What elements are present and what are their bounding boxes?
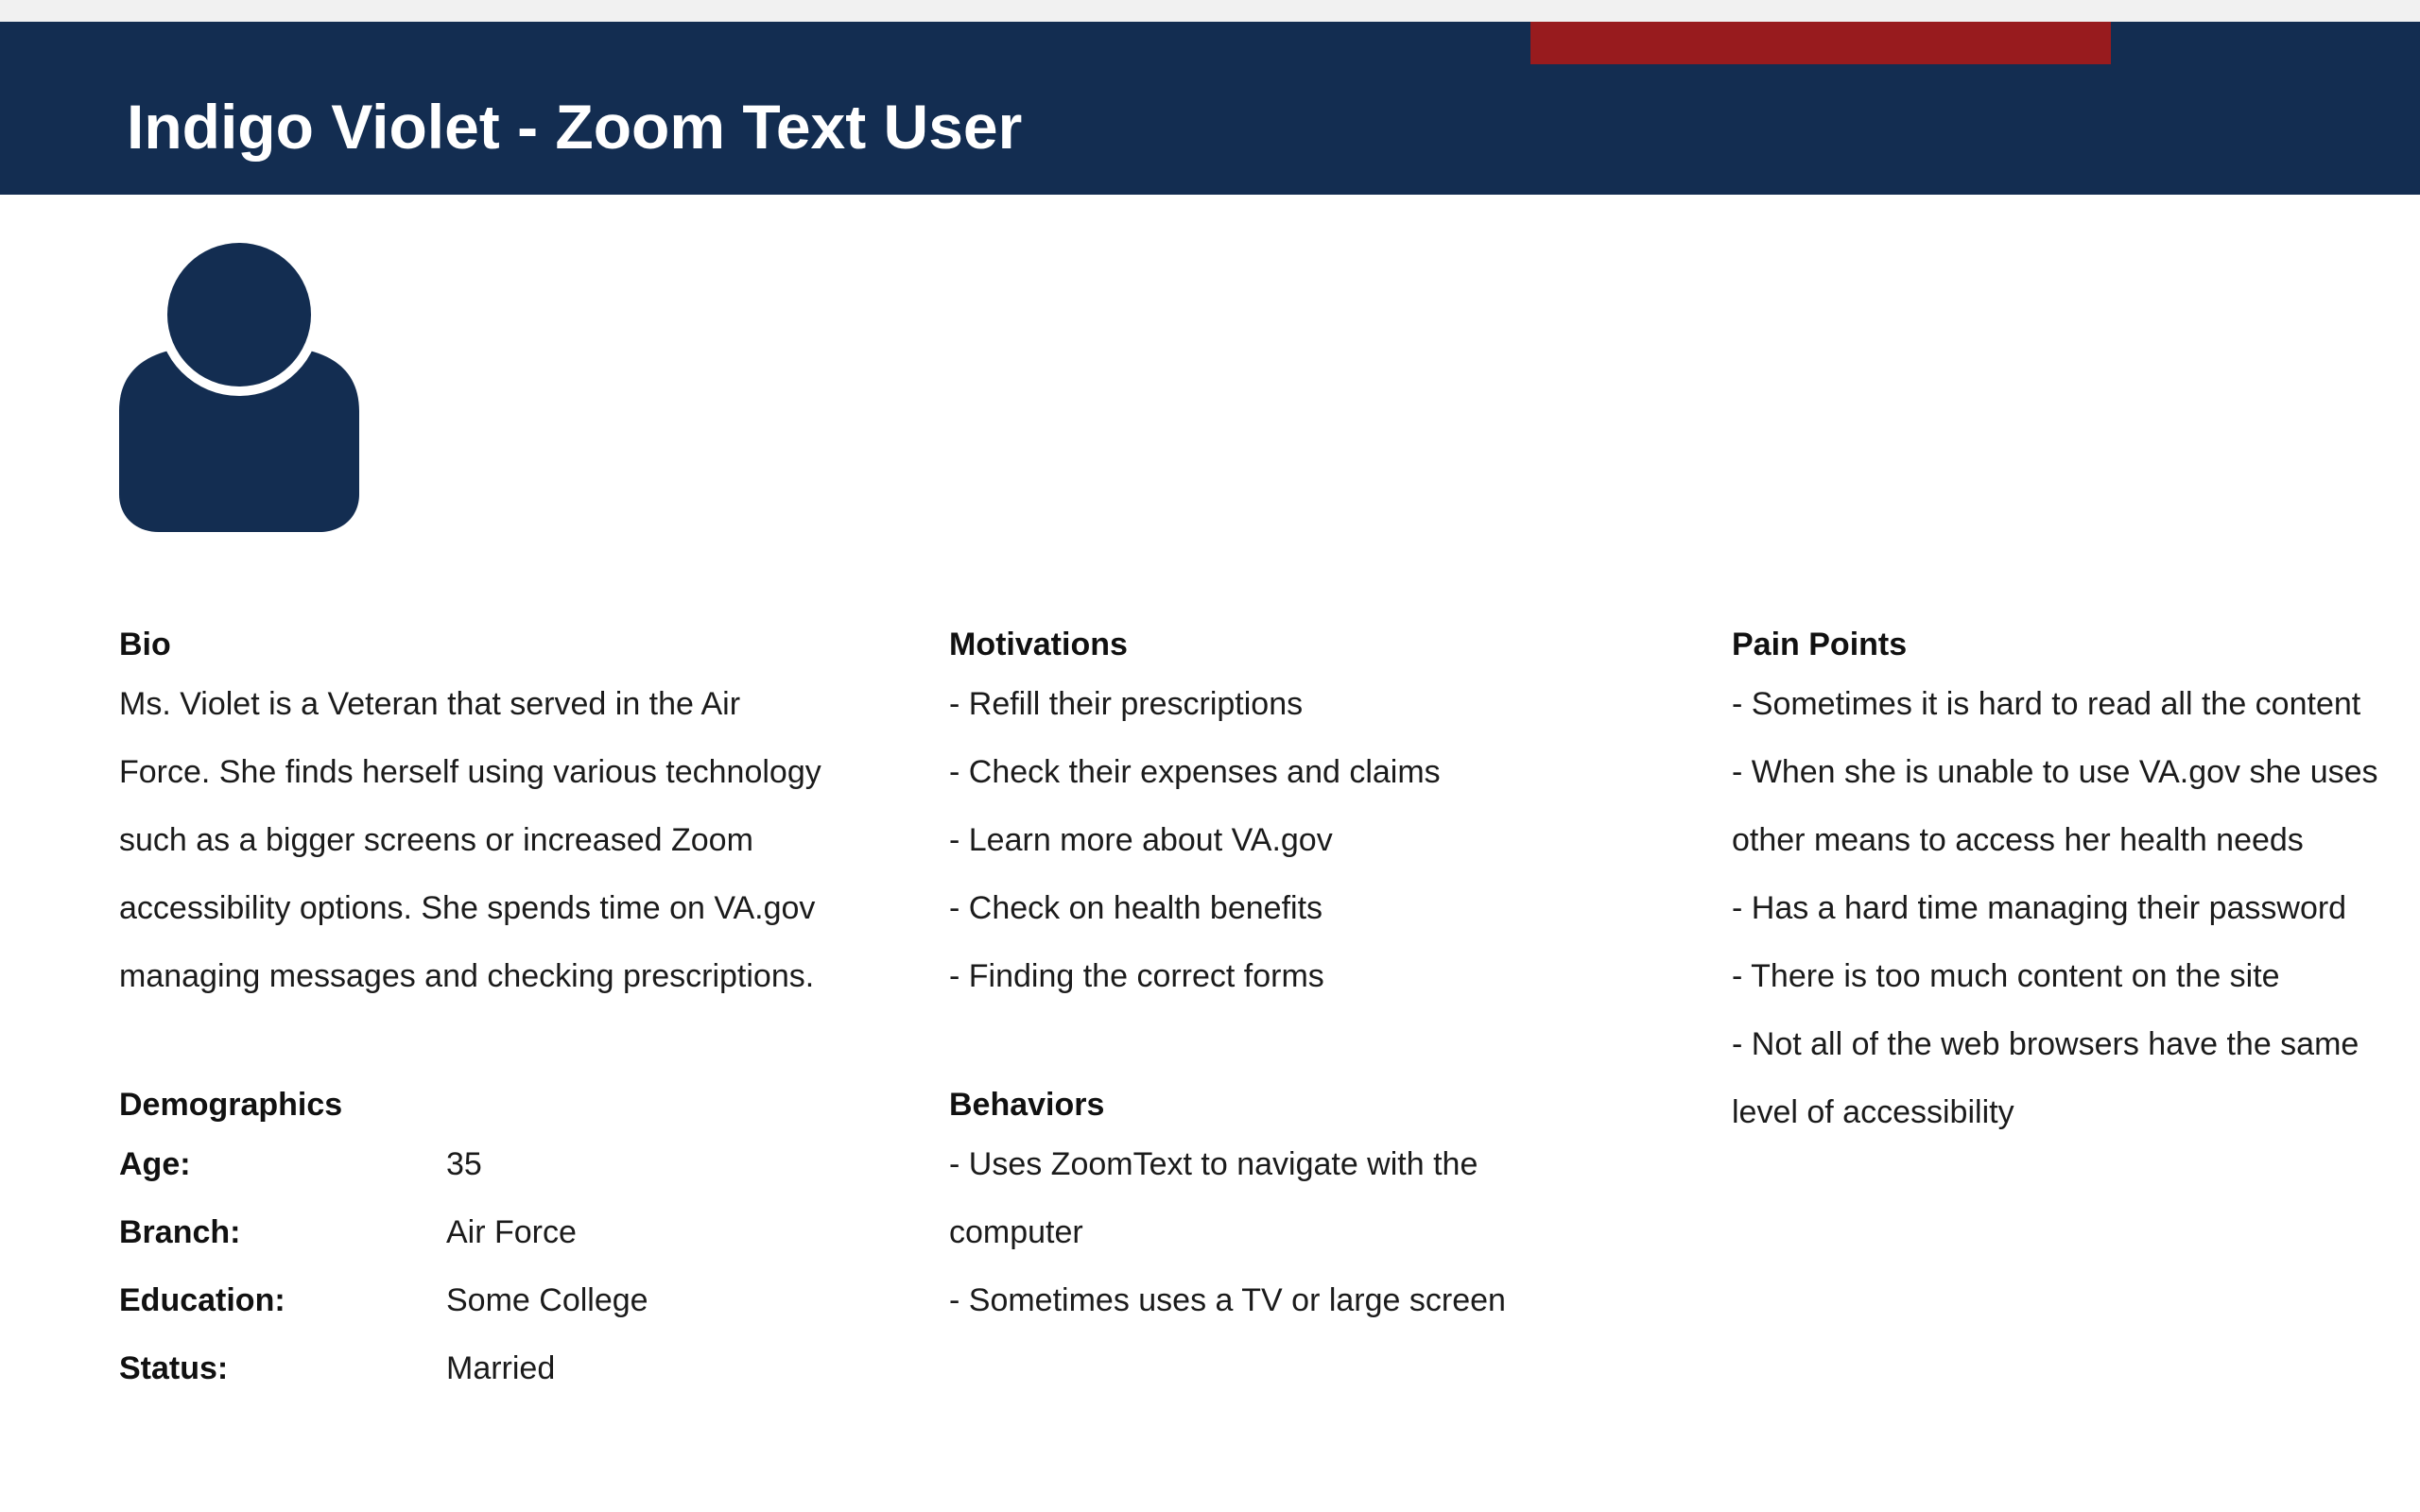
list-item: - Check their expenses and claims xyxy=(949,754,1441,790)
column-bio-demographics: Bio Ms. Violet is a Veteran that served … xyxy=(119,619,894,1402)
demographics-row-branch: Branch: Air Force xyxy=(119,1198,894,1266)
branch-value: Air Force xyxy=(446,1214,577,1250)
list-item: - Check on health benefits xyxy=(949,890,1323,926)
motivations-list: - Refill their prescriptions - Check the… xyxy=(949,670,1668,1010)
status-label: Status: xyxy=(119,1350,229,1386)
education-label: Education: xyxy=(119,1282,285,1318)
column-motivations-behaviors: Motivations - Refill their prescriptions… xyxy=(949,619,1668,1334)
age-label: Age: xyxy=(119,1146,191,1182)
user-avatar-icon xyxy=(119,241,359,532)
bio-text: Ms. Violet is a Veteran that served in t… xyxy=(119,670,894,1010)
branch-label: Branch: xyxy=(119,1214,241,1250)
pain-points-heading: Pain Points xyxy=(1732,627,1908,662)
bio-heading: Bio xyxy=(119,627,171,662)
list-item: - When she is unable to use VA.gov she u… xyxy=(1732,754,2378,790)
demographics-list: Age: 35 Branch: Air Force Education: Som… xyxy=(119,1130,894,1402)
list-item: - Not all of the web browsers have the s… xyxy=(1732,1026,2360,1062)
bio-line: Force. She finds herself using various t… xyxy=(119,754,821,790)
header-accent-bar xyxy=(1530,22,2111,64)
list-item: - Sometimes it is hard to read all the c… xyxy=(1732,686,2361,722)
status-value: Married xyxy=(446,1350,556,1386)
persona-page: Indigo Violet - Zoom Text User Bio Ms. V… xyxy=(0,0,2420,1512)
list-item: - Learn more about VA.gov xyxy=(949,822,1333,858)
list-item: computer xyxy=(949,1214,1083,1250)
column-pain-points: Pain Points - Sometimes it is hard to re… xyxy=(1732,619,2394,1146)
age-value: 35 xyxy=(446,1146,482,1182)
motivations-heading: Motivations xyxy=(949,627,1128,662)
list-item: - Uses ZoomText to navigate with the xyxy=(949,1146,1478,1182)
list-item: - Finding the correct forms xyxy=(949,958,1324,994)
list-item: other means to access her health needs xyxy=(1732,822,2304,858)
demographics-row-education: Education: Some College xyxy=(119,1266,894,1334)
list-item: - Sometimes uses a TV or large screen xyxy=(949,1282,1506,1318)
demographics-row-age: Age: 35 xyxy=(119,1130,894,1198)
behaviors-list: - Uses ZoomText to navigate with the com… xyxy=(949,1130,1668,1334)
bio-line: such as a bigger screens or increased Zo… xyxy=(119,822,753,858)
header-banner: Indigo Violet - Zoom Text User xyxy=(0,22,2420,195)
list-item: level of accessibility xyxy=(1732,1094,2014,1130)
behaviors-heading: Behaviors xyxy=(949,1087,1105,1123)
list-item: - Has a hard time managing their passwor… xyxy=(1732,890,2347,926)
bio-line: accessibility options. She spends time o… xyxy=(119,890,816,926)
demographics-row-status: Status: Married xyxy=(119,1334,894,1402)
page-title: Indigo Violet - Zoom Text User xyxy=(127,92,1023,162)
pain-points-list: - Sometimes it is hard to read all the c… xyxy=(1732,670,2394,1146)
top-strip xyxy=(0,0,2420,22)
education-value: Some College xyxy=(446,1282,648,1318)
list-item: - Refill their prescriptions xyxy=(949,686,1304,722)
demographics-heading: Demographics xyxy=(119,1087,343,1123)
bio-line: Ms. Violet is a Veteran that served in t… xyxy=(119,686,741,722)
bio-line: managing messages and checking prescript… xyxy=(119,958,815,994)
list-item: - There is too much content on the site xyxy=(1732,958,2280,994)
